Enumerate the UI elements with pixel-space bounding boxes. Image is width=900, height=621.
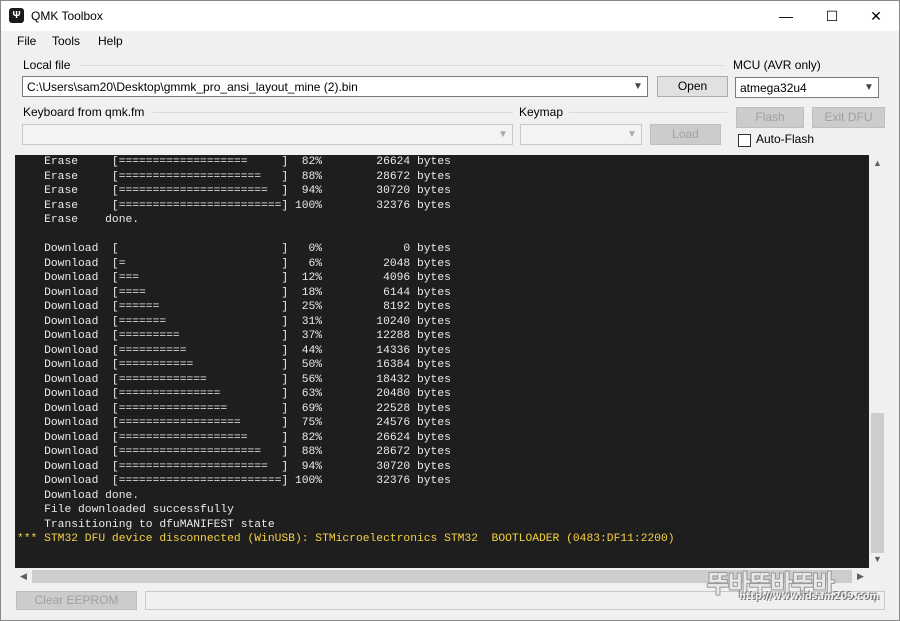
console-line: Download [ ] 0% 0 bytes — [17, 243, 451, 255]
console-line: Download [=========== ] 50% 16384 bytes — [17, 359, 451, 371]
keymap-group-line — [569, 112, 727, 113]
menu-tools[interactable]: Tools — [52, 34, 80, 48]
console-line: Download [===================== ] 88% 28… — [17, 446, 451, 458]
console-line: Download [=== ] 12% 4096 bytes — [17, 272, 451, 284]
keymap-select[interactable]: ▼ — [520, 124, 642, 145]
console-line: Download [========== ] 44% 14336 bytes — [17, 344, 451, 357]
mcu-select[interactable]: atmega32u4 ▼ — [735, 77, 879, 98]
console-line: Erase [====================== ] 94% 3072… — [17, 185, 451, 197]
console-line: Download [======= ] 31% 10240 bytes — [17, 315, 451, 328]
console-line: File downloaded successfully — [17, 504, 234, 516]
load-button[interactable]: Load — [650, 124, 721, 145]
auto-flash-checkbox[interactable] — [738, 134, 751, 147]
minimize-button[interactable]: — — [763, 1, 809, 31]
menu-file[interactable]: File — [17, 34, 36, 48]
watermark: 뚜바뚜바뚜바 http://www.idsam209.com — [703, 564, 885, 606]
chevron-down-icon[interactable]: ▼ — [632, 79, 644, 95]
chevron-down-icon[interactable]: ▼ — [626, 127, 638, 143]
console-line: *** STM32 DFU device disconnected (WinUS… — [17, 533, 675, 545]
console-line: Download [=================== ] 82% 2662… — [17, 431, 451, 444]
console-line: Erase [=================== ] 82% 26624 b… — [17, 156, 451, 168]
console-vertical-scrollbar[interactable]: ▲ ▼ — [869, 155, 886, 568]
title-bar: Ψ QMK Toolbox — ☐ ✕ — [1, 1, 899, 31]
console-line: Download [= ] 6% 2048 bytes — [17, 257, 451, 270]
watermark-url: http://www.idsam209.com — [739, 591, 880, 602]
console-line: Download [================ ] 69% 22528 b… — [17, 402, 451, 415]
open-button[interactable]: Open — [657, 76, 728, 97]
local-file-path: C:\Users\sam20\Desktop\gmmk_pro_ansi_lay… — [27, 80, 358, 94]
clear-eeprom-button[interactable]: Clear EEPROM — [16, 591, 137, 610]
console-line: Transitioning to dfuMANIFEST state — [17, 518, 275, 531]
keyboard-group-line — [153, 112, 513, 113]
close-button[interactable]: ✕ — [853, 1, 899, 31]
console-line: Download [========= ] 37% 12288 bytes — [17, 330, 451, 342]
keyboard-label: Keyboard from qmk.fm — [23, 105, 145, 119]
menu-help[interactable]: Help — [98, 34, 123, 48]
window-title: QMK Toolbox — [31, 9, 103, 23]
vertical-scroll-thumb[interactable] — [871, 413, 884, 553]
menu-bar: File Tools Help — [1, 31, 899, 53]
flash-button[interactable]: Flash — [736, 107, 804, 128]
keymap-label: Keymap — [519, 105, 564, 119]
scroll-up-icon[interactable]: ▲ — [869, 155, 886, 172]
console-line: Download [============= ] 56% 18432 byte… — [17, 373, 451, 386]
console-line: Erase [===================== ] 88% 28672… — [17, 170, 451, 183]
console-line: Download [==== ] 18% 6144 bytes — [17, 286, 451, 299]
qmk-app-icon: Ψ — [9, 8, 24, 23]
console-line: Download [================== ] 75% 24576… — [17, 417, 451, 429]
console-line: Erase done. — [17, 214, 140, 226]
console-line: Download done. — [17, 489, 140, 502]
console-line: Download [=============== ] 63% 20480 by… — [17, 388, 451, 400]
maximize-button[interactable]: ☐ — [809, 1, 855, 31]
scroll-left-icon[interactable]: ◀ — [15, 568, 32, 585]
keyboard-select[interactable]: ▼ — [22, 124, 513, 145]
chevron-down-icon[interactable]: ▼ — [863, 80, 875, 96]
console-output[interactable]: Erase [=================== ] 82% 26624 b… — [15, 155, 869, 568]
mcu-value: atmega32u4 — [740, 81, 807, 95]
local-file-group-line — [79, 65, 724, 66]
local-file-combobox[interactable]: C:\Users\sam20\Desktop\gmmk_pro_ansi_lay… — [22, 76, 648, 97]
local-file-label: Local file — [23, 58, 71, 72]
qmk-toolbox-window: Ψ QMK Toolbox — ☐ ✕ File Tools Help Loca… — [0, 0, 900, 621]
exit-dfu-button[interactable]: Exit DFU — [812, 107, 885, 128]
console-line: Erase [========================] 100% 32… — [17, 199, 451, 212]
chevron-down-icon[interactable]: ▼ — [497, 127, 509, 143]
console-line: Download [====================== ] 94% 3… — [17, 460, 451, 473]
console-line: Download [========================] 100%… — [17, 475, 451, 487]
mcu-label: MCU (AVR only) — [733, 58, 821, 72]
console-line: Download [====== ] 25% 8192 bytes — [17, 301, 451, 313]
auto-flash-label[interactable]: Auto-Flash — [756, 132, 814, 146]
